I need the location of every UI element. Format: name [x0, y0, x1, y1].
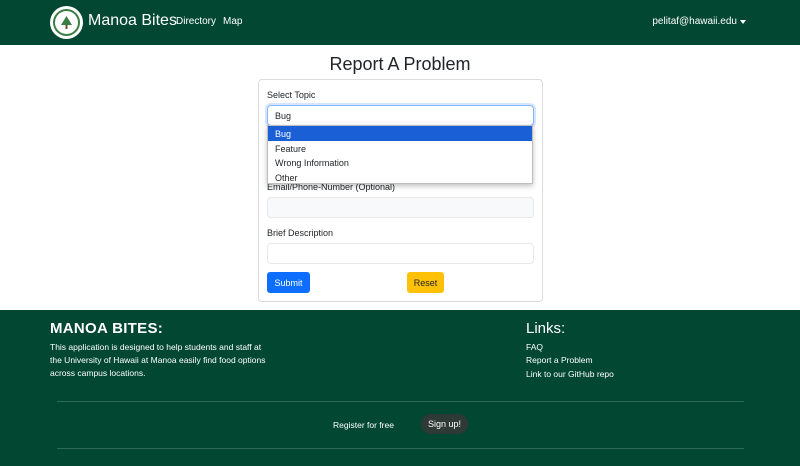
topic-dropdown-list: Bug Feature Wrong Information Other	[267, 125, 533, 184]
brand-name[interactable]: Manoa Bites	[88, 12, 177, 30]
reset-button[interactable]: Reset	[407, 272, 444, 293]
footer: MANOA BITES: This application is designe…	[0, 310, 800, 466]
topic-option-other[interactable]: Other	[268, 170, 532, 185]
footer-title: MANOA BITES:	[50, 320, 164, 337]
footer-divider-bottom	[57, 448, 744, 449]
nav-link-map[interactable]: Map	[223, 16, 242, 27]
footer-divider	[57, 401, 744, 402]
report-form-card: Select Topic Bug Email/Phone-Number (Opt…	[258, 79, 543, 302]
description-label: Brief Description	[267, 228, 334, 238]
nav-link-directory[interactable]: Directory	[176, 16, 216, 27]
description-input[interactable]	[267, 243, 534, 264]
signup-button[interactable]: Sign up!	[421, 414, 468, 434]
topic-option-feature[interactable]: Feature	[268, 141, 532, 156]
caret-down-icon	[740, 20, 746, 24]
topic-select[interactable]: Bug	[267, 105, 534, 126]
user-email: pelitaf@hawaii.edu	[652, 16, 737, 27]
topic-label: Select Topic	[267, 90, 316, 100]
footer-description: This application is designed to help stu…	[50, 342, 266, 378]
manoa-bites-logo-icon[interactable]	[50, 6, 83, 39]
logo-emblem	[53, 9, 80, 36]
topic-option-wrong-information[interactable]: Wrong Information	[268, 155, 532, 170]
footer-link-report-problem[interactable]: Report a Problem	[526, 354, 614, 367]
footer-links-list: FAQ Report a Problem Link to our GitHub …	[526, 341, 614, 381]
footer-link-faq[interactable]: FAQ	[526, 341, 614, 354]
footer-link-github[interactable]: Link to our GitHub repo	[526, 368, 614, 381]
topic-option-bug[interactable]: Bug	[268, 126, 532, 141]
email-phone-input[interactable]	[267, 197, 534, 218]
tree-icon	[61, 16, 72, 29]
footer-links-title: Links:	[526, 320, 566, 337]
navbar: Manoa Bites Directory Map pelitaf@hawaii…	[0, 0, 800, 45]
submit-button[interactable]: Submit	[267, 272, 310, 293]
register-text: Register for free	[333, 420, 394, 430]
page-title: Report A Problem	[329, 54, 471, 74]
user-menu-toggle[interactable]: pelitaf@hawaii.edu	[652, 16, 746, 27]
